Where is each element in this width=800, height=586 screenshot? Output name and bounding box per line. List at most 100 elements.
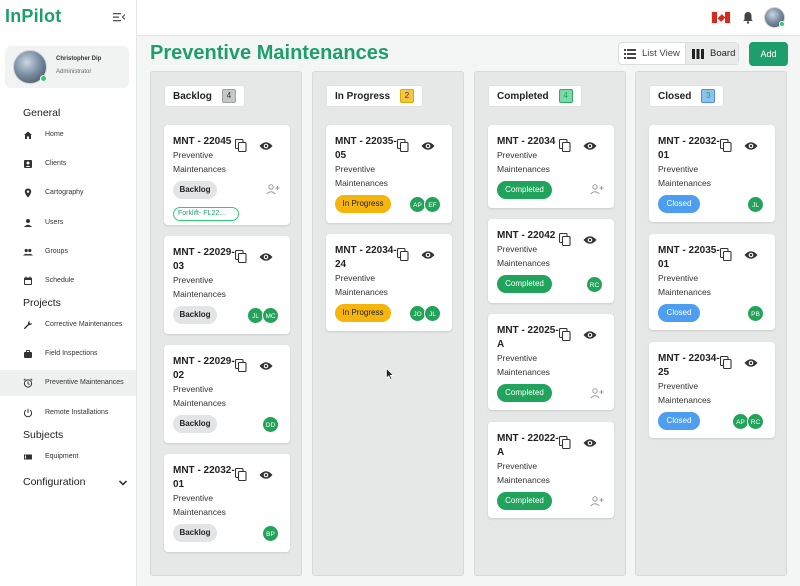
board-view-label: Board	[710, 48, 736, 59]
copy-icon[interactable]	[720, 248, 732, 261]
add-person-icon[interactable]	[590, 496, 604, 507]
copy-icon[interactable]	[559, 139, 571, 152]
board-view-button[interactable]: Board	[685, 43, 738, 64]
eye-icon[interactable]	[421, 250, 435, 260]
eye-icon[interactable]	[583, 235, 597, 245]
assignees: JL	[747, 196, 764, 213]
card-subtitle: Preventive Maintenances	[658, 273, 711, 297]
sidebar-item-schedule[interactable]: Schedule	[0, 268, 136, 294]
sidebar-item-equipment[interactable]: Equipment	[0, 444, 136, 470]
assignee-avatar[interactable]: RC	[747, 413, 764, 430]
sidebar-item-preventive-maintenances[interactable]: Preventive Maintenances	[0, 370, 136, 396]
assignee-avatar[interactable]: PB	[747, 305, 764, 322]
add-person-icon[interactable]	[590, 388, 604, 399]
card[interactable]: MNT - 22022-A Preventive Maintenances Co…	[488, 422, 614, 518]
status-badge: Completed	[497, 492, 552, 510]
eye-icon[interactable]	[421, 141, 435, 151]
sidebar-item-label: Home	[45, 131, 64, 138]
sidebar-item-groups[interactable]: Groups	[0, 239, 136, 265]
assignees: RC	[586, 276, 603, 293]
sidebar-item-remote-installations[interactable]: Remote Installations	[0, 400, 136, 426]
view-toggle: List View Board	[618, 42, 739, 65]
card[interactable]: MNT - 22025-A Preventive Maintenances Co…	[488, 314, 614, 410]
status-badge: In Progress	[335, 304, 391, 322]
copy-icon[interactable]	[720, 356, 732, 369]
card[interactable]: MNT - 22045 Preventive Maintenances Back…	[164, 125, 290, 225]
list-view-label: List View	[642, 48, 680, 59]
mouse-cursor-icon	[386, 368, 394, 380]
eye-icon[interactable]	[259, 361, 273, 371]
canada-flag-icon[interactable]	[711, 11, 731, 24]
sidebar-item-label: Corrective Maintenances	[45, 321, 123, 328]
sidebar-item-field-inspections[interactable]: Field Inspections	[0, 341, 136, 367]
copy-icon[interactable]	[397, 139, 409, 152]
status-badge: Backlog	[173, 306, 217, 324]
add-person-icon[interactable]	[266, 184, 280, 195]
card[interactable]: MNT - 22034 Preventive Maintenances Comp…	[488, 125, 614, 208]
status-badge: Backlog	[173, 415, 217, 433]
eye-icon[interactable]	[744, 250, 758, 260]
section-projects: Projects	[23, 297, 61, 309]
assignee-avatar[interactable]: JL	[747, 196, 764, 213]
card[interactable]: MNT - 22032-01 Preventive Maintenances B…	[164, 454, 290, 552]
copy-icon[interactable]	[559, 233, 571, 246]
assignee-avatar[interactable]: MC	[262, 307, 279, 324]
status-badge: Closed	[658, 412, 700, 430]
copy-icon[interactable]	[235, 250, 247, 263]
assignee-avatar[interactable]: RC	[586, 276, 603, 293]
sidebar-item-cartography[interactable]: Cartography	[0, 180, 136, 206]
card[interactable]: MNT - 22035-01 Preventive Maintenances C…	[649, 234, 775, 330]
column-title: In Progress	[335, 90, 391, 102]
user-profile[interactable]: Christopher Dip Administrator	[5, 46, 129, 88]
eye-icon[interactable]	[583, 438, 597, 448]
section-configuration[interactable]: Configuration	[23, 476, 85, 488]
copy-icon[interactable]	[235, 359, 247, 372]
collapse-sidebar-icon[interactable]	[113, 11, 125, 23]
assignee-avatar[interactable]: JL	[424, 305, 441, 322]
copy-icon[interactable]	[397, 248, 409, 261]
card[interactable]: MNT - 22032-01 Preventive Maintenances C…	[649, 125, 775, 222]
eye-icon[interactable]	[744, 358, 758, 368]
copy-icon[interactable]	[235, 468, 247, 481]
status-badge: Backlog	[173, 181, 217, 199]
card[interactable]: MNT - 22042 Preventive Maintenances Comp…	[488, 219, 614, 303]
assignee-avatar[interactable]: DD	[262, 416, 279, 433]
copy-icon[interactable]	[559, 436, 571, 449]
card[interactable]: MNT - 22034-24 Preventive Maintenances I…	[326, 234, 452, 331]
sidebar-item-home[interactable]: Home	[0, 122, 136, 148]
add-person-icon[interactable]	[590, 184, 604, 195]
assignee-avatar[interactable]: BP	[262, 525, 279, 542]
calendar-icon	[24, 276, 32, 285]
assignee-avatar[interactable]: EF	[424, 196, 441, 213]
map-pin-icon	[24, 188, 32, 198]
sidebar-item-users[interactable]: Users	[0, 210, 136, 236]
eye-icon[interactable]	[744, 141, 758, 151]
card[interactable]: MNT - 22029-03 Preventive Maintenances B…	[164, 236, 290, 334]
card[interactable]: MNT - 22035-05 Preventive Maintenances I…	[326, 125, 452, 223]
bell-icon[interactable]	[742, 11, 754, 24]
equipment-tag[interactable]: Forklift- FL22...	[173, 207, 239, 221]
sidebar-item-corrective-maintenances[interactable]: Corrective Maintenances	[0, 312, 136, 338]
sidebar-item-clients[interactable]: Clients	[0, 151, 136, 177]
chevron-down-icon[interactable]	[118, 478, 128, 488]
eye-icon[interactable]	[583, 330, 597, 340]
copy-icon[interactable]	[559, 328, 571, 341]
card-subtitle: Preventive Maintenances	[497, 353, 550, 377]
board-icon	[692, 49, 704, 59]
card-title: MNT - 22034-25	[658, 353, 720, 378]
home-icon	[24, 131, 32, 139]
copy-icon[interactable]	[235, 139, 247, 152]
list-view-button[interactable]: List View	[619, 43, 685, 64]
card-title: MNT - 22032-01	[173, 465, 235, 490]
add-button[interactable]: Add	[749, 42, 788, 66]
eye-icon[interactable]	[259, 141, 273, 151]
copy-icon[interactable]	[720, 139, 732, 152]
eye-icon[interactable]	[259, 470, 273, 480]
card[interactable]: MNT - 22029-02 Preventive Maintenances B…	[164, 345, 290, 443]
card[interactable]: MNT - 22034-25 Preventive Maintenances C…	[649, 342, 775, 438]
card-title: MNT - 22022-A	[497, 433, 559, 458]
eye-icon[interactable]	[583, 141, 597, 151]
card-subtitle: Preventive Maintenances	[335, 164, 388, 188]
eye-icon[interactable]	[259, 252, 273, 262]
avatar[interactable]	[764, 7, 785, 28]
